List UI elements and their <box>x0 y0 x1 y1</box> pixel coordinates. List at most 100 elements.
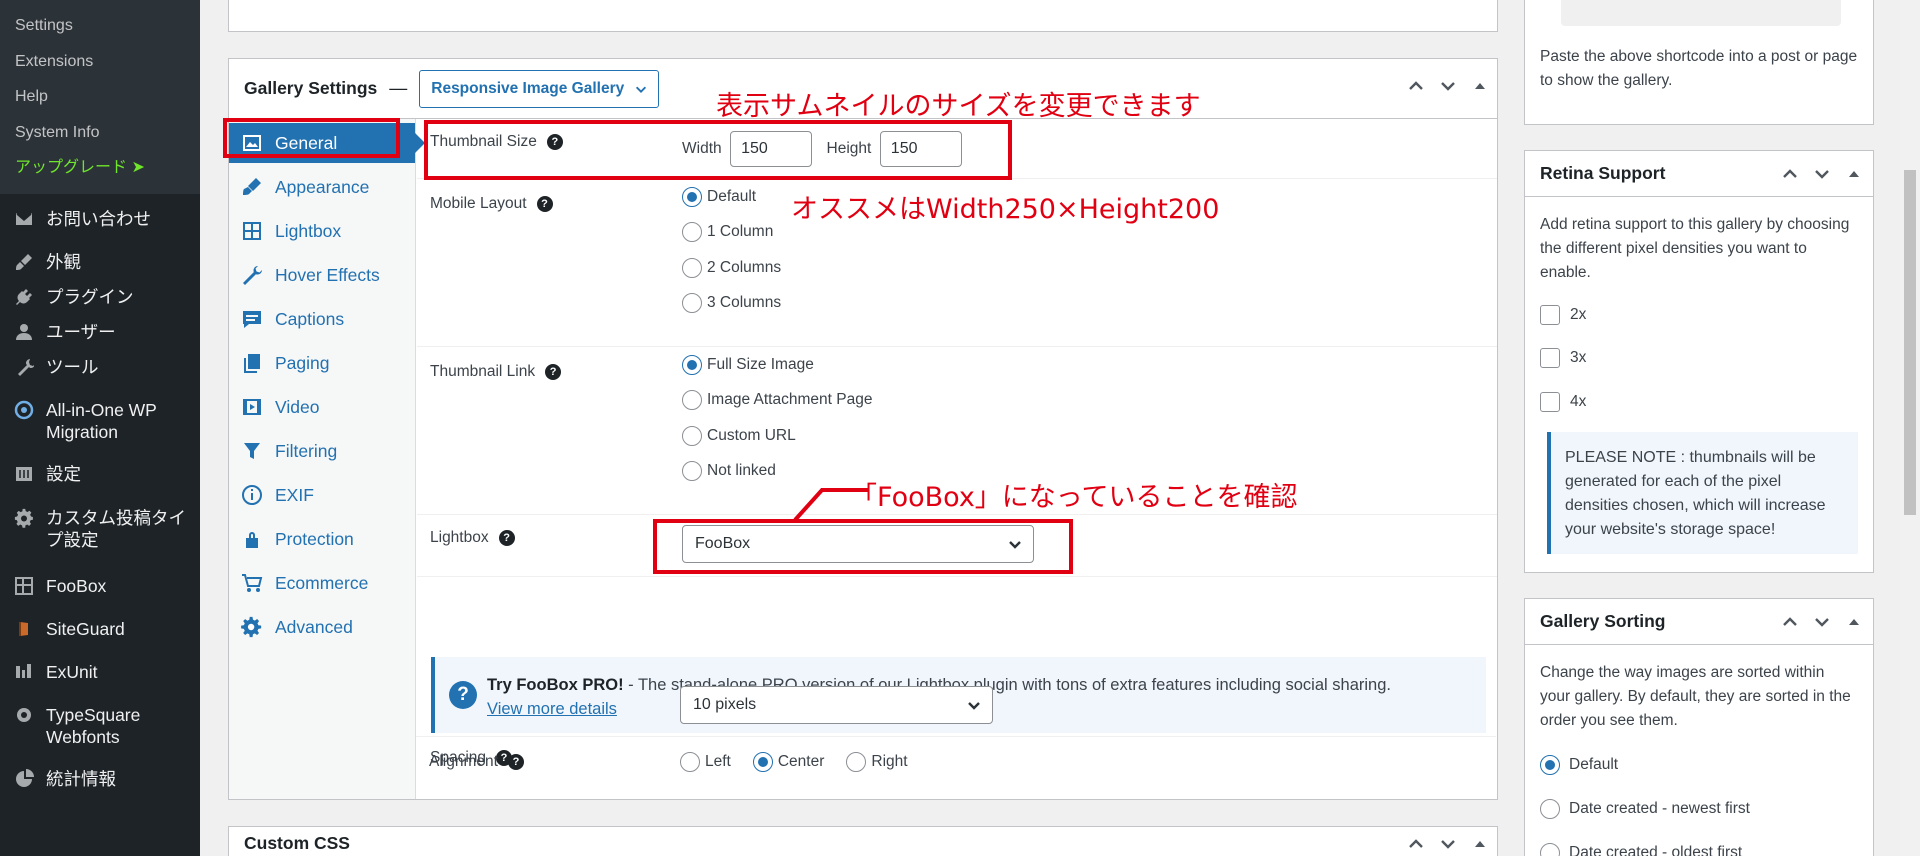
menu-item-typesquare[interactable]: TypeSquare Webfonts <box>0 704 200 768</box>
radio-button[interactable] <box>1540 843 1560 856</box>
tab-paging[interactable]: Paging <box>229 341 415 385</box>
move-down-icon[interactable] <box>1813 613 1831 631</box>
tab-filtering[interactable]: Filtering <box>229 429 415 473</box>
radio-button[interactable] <box>752 751 773 772</box>
radio-button[interactable] <box>682 222 702 243</box>
move-down-icon[interactable] <box>1439 77 1457 95</box>
collapse-icon[interactable] <box>1845 613 1863 631</box>
radio-button[interactable] <box>682 461 702 482</box>
move-down-icon[interactable] <box>1813 165 1831 183</box>
metabox-actions <box>1781 165 1863 183</box>
tab-protection[interactable]: Protection <box>229 517 415 561</box>
metabox-actions <box>1407 77 1489 95</box>
tab-captions[interactable]: Captions <box>229 297 415 341</box>
radio-option[interactable]: 1 Column <box>682 215 781 251</box>
menu-item-tools[interactable]: ツール <box>0 356 200 399</box>
submenu-item-upgrade[interactable]: アップグレード ➤ <box>0 152 200 188</box>
checkbox-option[interactable]: 2x <box>1525 293 1873 337</box>
user-icon <box>12 321 36 343</box>
move-up-icon[interactable] <box>1781 165 1799 183</box>
radio-button[interactable] <box>682 257 702 278</box>
scrollbar-thumb[interactable] <box>1904 170 1916 515</box>
checkbox-option[interactable]: 3x <box>1525 337 1873 381</box>
spacing-select[interactable]: 10 pixels <box>680 686 993 724</box>
move-up-icon[interactable] <box>1407 835 1425 853</box>
radio-button[interactable] <box>682 390 702 411</box>
page-scrollbar[interactable] <box>1900 0 1920 856</box>
radio-option[interactable]: Full Size Image <box>682 347 872 383</box>
radio-button[interactable] <box>682 425 702 446</box>
menu-item-contact[interactable]: お問い合わせ <box>0 208 200 251</box>
collapse-icon[interactable] <box>1471 835 1489 853</box>
radio-button[interactable] <box>682 354 702 375</box>
submenu-item-help[interactable]: Help <box>0 81 200 117</box>
submenu-item-system-info[interactable]: System Info <box>0 117 200 153</box>
radio-option[interactable]: Left <box>680 744 731 780</box>
menu-item-plugins[interactable]: プラグイン <box>0 286 200 321</box>
move-up-icon[interactable] <box>1781 613 1799 631</box>
menu-item-settings[interactable]: 設定 <box>0 463 200 507</box>
menu-item-siteguard[interactable]: SiteGuard <box>0 618 200 661</box>
checkbox-option[interactable]: 4x <box>1525 380 1873 424</box>
sorting-description: Change the way images are sorted within … <box>1540 664 1851 729</box>
notice-title: Try FooBox PRO! <box>487 676 624 694</box>
checkbox[interactable] <box>1540 391 1560 412</box>
shortcode-field[interactable] <box>1561 0 1841 26</box>
metabox-title: Gallery Sorting <box>1540 611 1666 631</box>
help-icon[interactable]: ? <box>545 364 562 380</box>
menu-item-custom-post-type[interactable]: カスタム投稿タイプ設定 <box>0 507 200 575</box>
menu-item-exunit[interactable]: ExUnit <box>0 661 200 704</box>
menu-item-users[interactable]: ユーザー <box>0 321 200 356</box>
checkbox[interactable] <box>1540 348 1560 369</box>
radio-button[interactable] <box>1540 755 1560 775</box>
menu-item-appearance[interactable]: 外観 <box>0 251 200 286</box>
gallery-type-select[interactable]: Responsive Image Gallery <box>419 69 660 108</box>
radio-option[interactable]: Image Attachment Page <box>682 383 872 419</box>
help-icon[interactable]: ? <box>536 196 553 212</box>
radio-button[interactable] <box>682 186 702 207</box>
menu-label: 設定 <box>46 463 81 484</box>
option-label: Center <box>777 752 825 770</box>
radio-button[interactable] <box>846 751 867 772</box>
collapse-icon[interactable] <box>1845 165 1863 183</box>
menu-label: ユーザー <box>46 321 116 342</box>
tab-ecommerce[interactable]: Ecommerce <box>229 561 415 605</box>
tab-advanced[interactable]: Advanced <box>229 605 415 649</box>
help-icon[interactable]: ? <box>498 530 515 546</box>
radio-button[interactable] <box>1540 799 1560 819</box>
move-down-icon[interactable] <box>1439 835 1457 853</box>
collapse-icon[interactable] <box>1471 77 1489 95</box>
submenu-item-settings[interactable]: Settings <box>0 10 200 46</box>
metabox-title: Gallery Settings <box>244 78 378 98</box>
menu-item-migration[interactable]: All-in-One WP Migration <box>0 399 200 463</box>
metabox-title: Custom CSS <box>244 833 350 853</box>
tab-appearance[interactable]: Appearance <box>229 165 415 209</box>
tab-video[interactable]: Video <box>229 385 415 429</box>
tab-exif[interactable]: EXIF <box>229 473 415 517</box>
radio-option[interactable]: Default <box>1540 743 1873 787</box>
radio-option[interactable]: Center <box>752 744 825 780</box>
help-icon[interactable]: ? <box>507 754 524 770</box>
view-more-details-link[interactable]: View more details <box>487 700 617 718</box>
radio-option[interactable]: Date created - oldest first <box>1540 831 1873 856</box>
radio-option[interactable]: Date created - newest first <box>1540 787 1873 831</box>
radio-option[interactable]: Custom URL <box>682 418 872 454</box>
radio-option[interactable]: 3 Columns <box>682 286 781 322</box>
radio-button[interactable] <box>682 293 702 314</box>
admin-submenu: Settings Extensions Help System Info アップ… <box>0 0 200 194</box>
submenu-item-extensions[interactable]: Extensions <box>0 46 200 82</box>
radio-option[interactable]: 2 Columns <box>682 250 781 286</box>
radio-option[interactable]: Right <box>846 744 908 780</box>
option-label: Image Attachment Page <box>707 391 873 409</box>
menu-item-foobox[interactable]: FooBox <box>0 575 200 618</box>
menu-item-stats[interactable]: 統計情報 <box>0 768 200 803</box>
checkbox[interactable] <box>1540 304 1560 325</box>
mobile-layout-options: Default 1 Column 2 Columns 3 Columns <box>682 179 781 321</box>
tab-hover-effects[interactable]: Hover Effects <box>229 253 415 297</box>
radio-option[interactable]: Default <box>682 179 781 215</box>
option-label: 3 Columns <box>707 294 782 312</box>
tab-lightbox[interactable]: Lightbox <box>229 209 415 253</box>
move-up-icon[interactable] <box>1407 77 1425 95</box>
tab-label: Video <box>275 396 320 417</box>
radio-button[interactable] <box>680 751 700 772</box>
